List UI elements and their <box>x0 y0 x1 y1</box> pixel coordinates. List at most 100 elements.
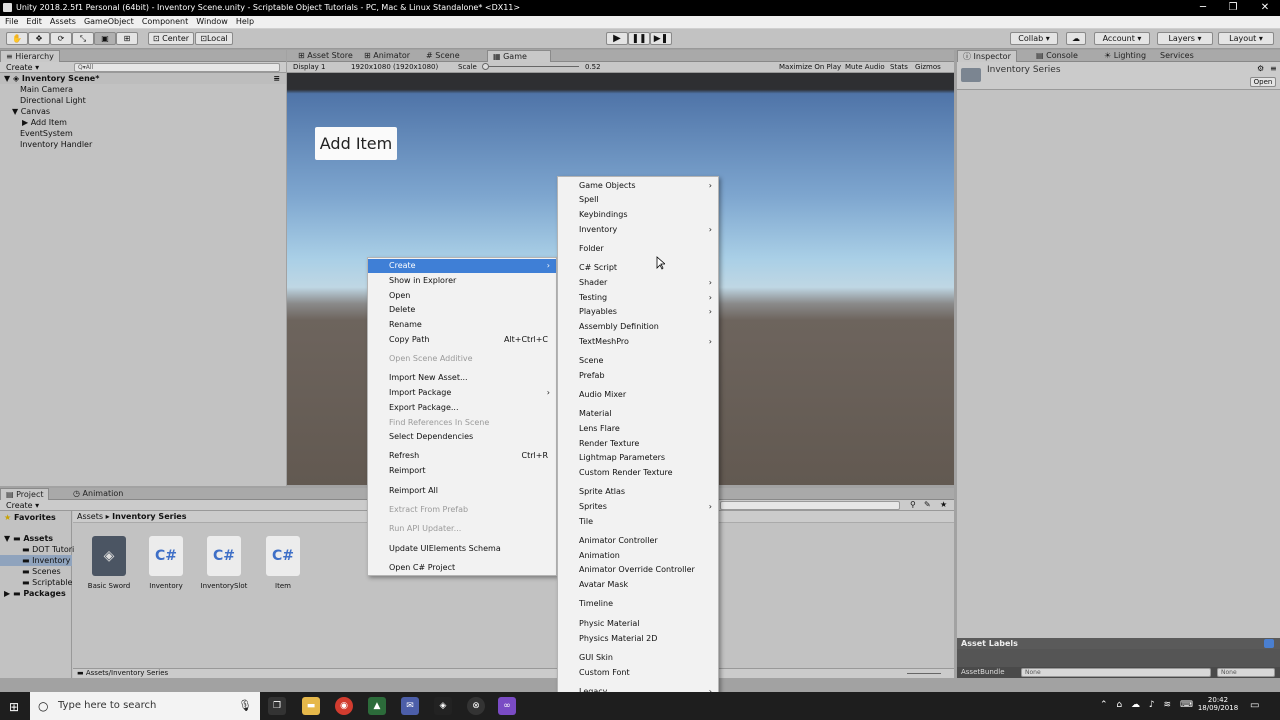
cloud-button[interactable]: ☁ <box>1066 32 1086 45</box>
open-button[interactable]: Open <box>1250 77 1276 87</box>
favorite-star-icon[interactable]: ★ <box>940 500 947 509</box>
create-submenu-item-folder[interactable]: Folder <box>558 242 718 256</box>
create-submenu-item-avatar-mask[interactable]: Avatar Mask <box>558 578 718 592</box>
assetbundle-variant-dropdown[interactable]: None <box>1217 668 1275 677</box>
collab-button[interactable]: Collab ▾ <box>1010 32 1058 45</box>
volume-icon[interactable]: ♪ <box>1149 700 1155 710</box>
menu-window[interactable]: Window <box>196 16 228 28</box>
gizmos-dropdown[interactable]: Gizmos <box>915 62 941 72</box>
context-menu-item-delete[interactable]: Delete <box>368 303 556 317</box>
close-button[interactable]: ✕ <box>1250 0 1280 16</box>
breadcrumb-assets[interactable]: Assets <box>77 512 103 521</box>
transform-tool-button[interactable]: ⊞ <box>116 32 138 45</box>
filter-type-icon[interactable]: ⚲ <box>910 500 916 509</box>
chrome-icon[interactable]: ◉ <box>335 697 353 715</box>
create-submenu-item-prefab[interactable]: Prefab <box>558 369 718 383</box>
project-search-input[interactable] <box>720 501 900 510</box>
maximize-on-play-toggle[interactable]: Maximize On Play <box>779 62 841 72</box>
hierarchy-item-canvas[interactable]: ▼ Canvas <box>0 106 50 117</box>
unity-taskbar-icon[interactable]: ◈ <box>434 697 452 715</box>
app-icon[interactable]: ▲ <box>368 697 386 715</box>
create-submenu-item-material[interactable]: Material <box>558 407 718 421</box>
hierarchy-item-directional-light[interactable]: Directional Light <box>0 95 86 106</box>
tree-scriptable[interactable]: ▬ Scriptable <box>0 577 72 588</box>
hierarchy-item-inventory-handler[interactable]: Inventory Handler <box>0 139 92 150</box>
visual-studio-icon[interactable]: ∞ <box>498 697 516 715</box>
scene-row[interactable]: ▼ ◈ Inventory Scene* ≡ <box>0 73 286 84</box>
create-submenu-item-custom-font[interactable]: Custom Font <box>558 666 718 680</box>
create-submenu-item-timeline[interactable]: Timeline <box>558 597 718 611</box>
file-explorer-icon[interactable]: ▬ <box>302 697 320 715</box>
windows-start-icon[interactable]: ⊞ <box>9 700 19 714</box>
context-menu-item-copy-path[interactable]: Copy Path Alt+Ctrl+C <box>368 333 556 347</box>
create-submenu-item-animator-controller[interactable]: Animator Controller <box>558 534 718 548</box>
tab-inspector[interactable]: ⓘ Inspector <box>957 50 1017 62</box>
minimize-button[interactable]: ─ <box>1188 0 1218 16</box>
create-submenu-item-animator-override-controller[interactable]: Animator Override Controller <box>558 563 718 577</box>
hierarchy-item-add-item[interactable]: ▶ Add Item <box>0 117 67 128</box>
menu-component[interactable]: Component <box>142 16 188 28</box>
context-menu-item-reimport[interactable]: Reimport <box>368 464 556 478</box>
resolution-dropdown[interactable]: 1920x1080 (1920x1080) <box>351 62 438 72</box>
settings-icon[interactable]: ⚙ <box>1257 64 1264 73</box>
icon-size-slider[interactable] <box>907 673 941 674</box>
tab-animator[interactable]: ⊞ Animator <box>359 50 415 62</box>
context-menu-item-create[interactable]: Create › <box>368 259 556 273</box>
context-menu-item-reimport-all[interactable]: Reimport All <box>368 484 556 498</box>
hierarchy-search-input[interactable]: Q▾All <box>74 63 280 72</box>
create-submenu-item-shader[interactable]: Shader › <box>558 276 718 290</box>
play-button[interactable]: ▶ <box>606 32 628 45</box>
create-submenu-item-render-texture[interactable]: Render Texture <box>558 437 718 451</box>
context-menu-item-export-package[interactable]: Export Package... <box>368 401 556 415</box>
microphone-icon[interactable]: 🎙 <box>238 692 252 720</box>
create-submenu-item-c-script[interactable]: C# Script <box>558 261 718 275</box>
create-submenu-item-gui-skin[interactable]: GUI Skin <box>558 651 718 665</box>
create-submenu-item-testing[interactable]: Testing › <box>558 291 718 305</box>
pause-button[interactable]: ❚❚ <box>628 32 650 45</box>
rect-tool-button[interactable]: ▣ <box>94 32 116 45</box>
context-menu-item-show-in-explorer[interactable]: Show in Explorer <box>368 274 556 288</box>
create-submenu-item-game-objects[interactable]: Game Objects › <box>558 179 718 193</box>
stats-toggle[interactable]: Stats <box>890 62 908 72</box>
context-menu-item-open[interactable]: Open <box>368 289 556 303</box>
tree-inventory[interactable]: ▬ Inventory <box>0 555 72 566</box>
context-menu-item-import-package[interactable]: Import Package › <box>368 386 556 400</box>
rotate-tool-button[interactable]: ⟳ <box>50 32 72 45</box>
unity-hub-icon[interactable]: ⊗ <box>467 697 485 715</box>
network-icon[interactable]: ⌂ <box>1116 700 1122 710</box>
chevron-up-icon[interactable]: ⌃ <box>1100 700 1108 710</box>
clock[interactable]: 20:42 18/09/2018 <box>1196 696 1240 712</box>
create-submenu-item-textmeshpro[interactable]: TextMeshPro › <box>558 335 718 349</box>
create-submenu-item-lightmap-parameters[interactable]: Lightmap Parameters <box>558 451 718 465</box>
more-options-icon[interactable]: ≡ <box>1270 64 1277 73</box>
tag-icon[interactable] <box>1264 639 1274 648</box>
filter-label-icon[interactable]: ✎ <box>924 500 931 509</box>
wifi-icon[interactable]: ≋ <box>1164 700 1172 710</box>
context-menu-item-open-c-project[interactable]: Open C# Project <box>368 561 556 575</box>
context-menu-item-update-uielements-schema[interactable]: Update UIElements Schema <box>368 542 556 556</box>
menu-help[interactable]: Help <box>236 16 254 28</box>
display-dropdown[interactable]: Display 1 <box>293 62 325 72</box>
account-dropdown[interactable]: Account ▾ <box>1094 32 1150 45</box>
move-tool-button[interactable]: ✥ <box>28 32 50 45</box>
asset-basic-sword[interactable]: ◈ Basic Sword <box>79 536 139 590</box>
create-submenu-item-sprite-atlas[interactable]: Sprite Atlas <box>558 485 718 499</box>
tab-console[interactable]: ▤ Console <box>1031 50 1083 62</box>
app-icon-2[interactable]: ✉ <box>401 697 419 715</box>
create-submenu-item-animation[interactable]: Animation <box>558 549 718 563</box>
create-submenu-item-physics-material-2d[interactable]: Physics Material 2D <box>558 632 718 646</box>
create-submenu-item-spell[interactable]: Spell <box>558 193 718 207</box>
hand-tool-button[interactable]: ✋ <box>6 32 28 45</box>
create-submenu-item-inventory[interactable]: Inventory › <box>558 223 718 237</box>
tree-scenes[interactable]: ▬ Scenes <box>0 566 61 577</box>
assetbundle-name-dropdown[interactable]: None <box>1021 668 1211 677</box>
task-view-icon[interactable]: ❐ <box>268 697 286 715</box>
favorites-row[interactable]: ★ Favorites <box>0 512 56 523</box>
create-submenu-item-sprites[interactable]: Sprites › <box>558 500 718 514</box>
create-submenu-item-playables[interactable]: Playables › <box>558 305 718 319</box>
create-submenu-item-assembly-definition[interactable]: Assembly Definition <box>558 320 718 334</box>
tab-services[interactable]: Services <box>1155 50 1199 62</box>
maximize-button[interactable]: ❐ <box>1218 0 1248 16</box>
create-submenu-item-tile[interactable]: Tile <box>558 515 718 529</box>
tab-asset-store[interactable]: ⊞ Asset Store <box>293 50 358 62</box>
